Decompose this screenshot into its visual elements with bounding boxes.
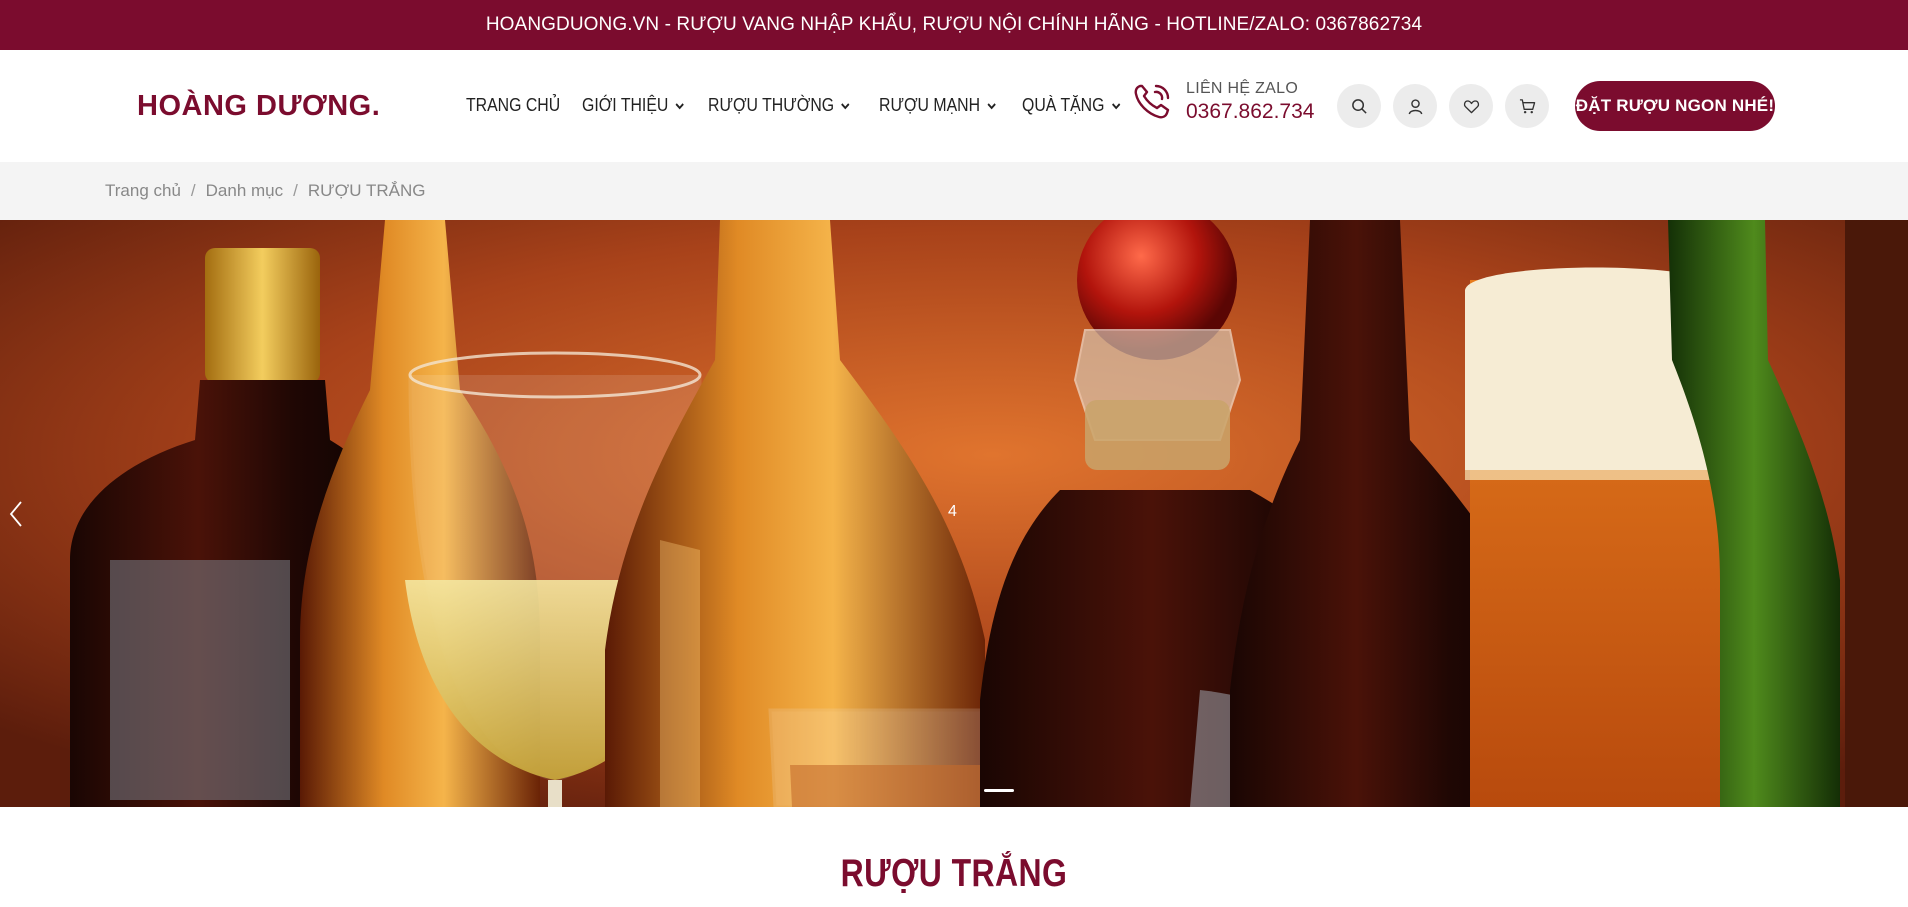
category-title: RƯỢU TRẮNG xyxy=(840,852,1068,895)
wishlist-button[interactable] xyxy=(1449,84,1493,128)
heart-icon xyxy=(1463,99,1479,113)
nav-item-label: QUÀ TẶNG xyxy=(1022,95,1105,115)
chevron-down-icon xyxy=(841,102,850,109)
nav-item-qua-tang[interactable]: QUÀ TẶNG xyxy=(1022,95,1121,116)
site-header: HOÀNG DƯƠNG. TRANG CHỦ GIỚI THIỆU RƯỢU T… xyxy=(0,50,1908,162)
chevron-down-icon xyxy=(987,102,997,109)
nav-item-label: RƯỢU THƯỜNG xyxy=(708,95,835,115)
phone-icon xyxy=(1134,84,1170,119)
slider-prev-arrow[interactable] xyxy=(8,500,24,528)
breadcrumb-current: RƯỢU TRẮNG xyxy=(307,181,426,200)
breadcrumb-separator: / xyxy=(190,181,196,200)
cart-button[interactable] xyxy=(1505,84,1549,128)
slider-dot-active[interactable] xyxy=(984,789,1014,792)
breadcrumb-home-link[interactable]: Trang chủ xyxy=(105,181,181,201)
hero-banner: 4 xyxy=(0,220,1908,807)
announcement-bar: HOANGDUONG.VN - RƯỢU VANG NHẬP KHẨU, RƯỢ… xyxy=(0,0,1908,50)
search-icon xyxy=(1351,98,1367,114)
cart-icon xyxy=(1519,98,1535,113)
search-button[interactable] xyxy=(1337,84,1381,128)
zalo-contact[interactable]: LIÊN HỆ ZALO 0367.862.734 xyxy=(1130,80,1314,124)
slider-pagination xyxy=(984,789,1014,792)
zalo-label: LIÊN HỆ ZALO xyxy=(1186,80,1299,97)
chevron-down-icon xyxy=(675,102,684,109)
breadcrumb: Trang chủ / Danh mục / RƯỢU TRẮNG xyxy=(105,181,425,201)
nav-item-label: RƯỢU MẠNH xyxy=(879,95,981,115)
nav-item-label: TRANG CHỦ xyxy=(466,95,561,115)
user-icon xyxy=(1408,98,1422,114)
account-button[interactable] xyxy=(1393,84,1437,128)
zalo-number[interactable]: 0367.862.734 xyxy=(1186,100,1314,124)
announcement-text: HOANGDUONG.VN - RƯỢU VANG NHẬP KHẨU, RƯỢ… xyxy=(485,14,1423,35)
nav-item-ruou-manh[interactable]: RƯỢU MẠNH xyxy=(879,95,997,116)
main-nav: TRANG CHỦ GIỚI THIỆU RƯỢU THƯỜNG RƯỢU MẠ… xyxy=(466,95,1135,116)
breadcrumb-bar: Trang chủ / Danh mục / RƯỢU TRẮNG xyxy=(0,162,1908,220)
breadcrumb-category-link[interactable]: Danh mục xyxy=(206,181,283,201)
breadcrumb-separator: / xyxy=(293,181,298,200)
site-logo[interactable]: HOÀNG DƯƠNG. xyxy=(137,90,380,123)
nav-item-trang-chu[interactable]: TRANG CHỦ xyxy=(466,95,560,116)
slide-number: 4 xyxy=(948,503,957,520)
nav-item-label: GIỚI THIỆU xyxy=(582,95,669,115)
nav-item-ruou-thuong[interactable]: RƯỢU THƯỜNG xyxy=(708,95,851,116)
nav-item-gioi-thieu[interactable]: GIỚI THIỆU xyxy=(582,95,685,116)
chevron-down-icon xyxy=(1111,102,1121,109)
header-icon-group xyxy=(1337,84,1549,128)
order-wine-button[interactable]: ĐẶT RƯỢU NGON NHÉ! xyxy=(1575,81,1775,131)
